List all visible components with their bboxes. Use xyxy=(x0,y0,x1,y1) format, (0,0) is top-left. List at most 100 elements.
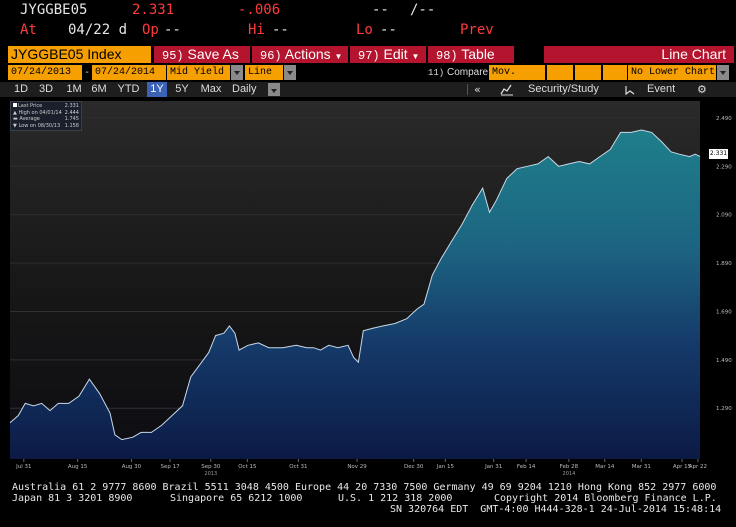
chart-legend: Last Price 2.331 ▲ High on 04/01/14 2.44… xyxy=(10,101,82,131)
footer-singapore: Singapore 65 6212 1000 xyxy=(170,493,303,504)
x-tick-label-10: Jan 31 xyxy=(484,464,502,470)
quote-ticker: JYGGBE05 xyxy=(20,2,88,18)
quote-op-value: -- xyxy=(164,22,181,38)
quote-hi-label: Hi xyxy=(248,22,265,38)
mov-avgs-slot-2[interactable] xyxy=(575,65,601,80)
y-tick-label-2: 2.090 xyxy=(716,213,732,219)
y-tick-label-4: 1.690 xyxy=(716,309,732,315)
frequency-label: Daily xyxy=(232,83,257,95)
period-ytd[interactable]: YTD xyxy=(115,82,142,97)
period-1d[interactable]: 1D xyxy=(12,82,30,97)
period-1m[interactable]: 1M xyxy=(63,82,85,97)
footer-copyright: Copyright 2014 Bloomberg Finance L.P. xyxy=(494,493,717,504)
legend-last-price-text: Last Price xyxy=(18,103,43,109)
x-tick-label-12: Feb 28 xyxy=(560,464,579,470)
mov-avgs-slot-3[interactable] xyxy=(603,65,627,80)
security-input[interactable]: JYGGBE05 Index xyxy=(8,46,151,63)
compare-label: Compare xyxy=(446,67,489,78)
edit-dropdown-icon: ▼ xyxy=(411,52,420,61)
x-tick-label-7: Nov 29 xyxy=(347,464,367,470)
table-label: Table xyxy=(461,46,495,62)
footer-session-info: SN 320764 EDT GMT-4:00 H444-328-1 24-Jul… xyxy=(390,504,722,515)
frequency-select[interactable]: Daily xyxy=(228,82,268,97)
footer-contacts-line1: Australia 61 2 9777 8600 Brazil 5511 304… xyxy=(12,482,717,493)
y-tick-label-1: 2.290 xyxy=(716,164,732,170)
frequency-dropdown-icon[interactable] xyxy=(268,83,280,96)
compare-button[interactable]: 11) Compare xyxy=(428,65,488,80)
end-date-field[interactable]: 07/24/2014 xyxy=(92,65,166,80)
save-as-num: 95) xyxy=(162,49,184,63)
legend-low-value: 1.158 xyxy=(64,122,79,129)
chart-style-dropdown-icon[interactable] xyxy=(284,65,296,80)
lower-chart-select[interactable]: No Lower Chart xyxy=(628,65,716,80)
date-separator: - xyxy=(83,65,91,80)
actions-button[interactable]: 96) Actions ▼ xyxy=(252,46,348,63)
security-study-button[interactable]: Security/Study xyxy=(528,82,599,97)
quote-at-label: At xyxy=(20,22,37,38)
chart-svg: 2.490 2.290 2.090 1.890 1.690 1.490 1.290 Jul 3… xyxy=(9,101,732,477)
command-bar: JYGGBE05 Index 95) Save As 96) Actions ▼… xyxy=(8,46,734,63)
y-tick-label-6: 1.290 xyxy=(716,406,732,412)
last-value-tag: 2.331 xyxy=(709,149,728,159)
edit-button[interactable]: 97) Edit ▼ xyxy=(350,46,426,63)
x-tick-label-11: Feb 14 xyxy=(517,464,536,470)
actions-label: Actions xyxy=(284,46,331,62)
quote-lo-label: Lo xyxy=(356,22,373,38)
period-bar: 1D 3D 1M 6M YTD 1Y 5Y Max Daily « Securi… xyxy=(0,82,736,97)
y-tick-label-3: 1.890 xyxy=(716,261,732,267)
collapse-icon[interactable]: « xyxy=(474,82,486,97)
compare-num: 11) xyxy=(428,68,445,78)
quote-last-price: 2.331 xyxy=(132,2,175,18)
period-6m[interactable]: 6M xyxy=(88,82,110,97)
x-tick-label-2: Aug 30 xyxy=(122,464,142,470)
line-chart[interactable]: 2.490 2.290 2.090 1.890 1.690 1.490 1.290 Jul 3… xyxy=(0,97,736,477)
gear-icon[interactable]: ⚙ xyxy=(697,82,709,97)
quote-prev-label: Prev xyxy=(460,22,494,38)
legend-low-text: Low on 08/30/13 xyxy=(18,122,61,129)
legend-high-text: High on 04/01/14 xyxy=(18,109,62,116)
period-5y[interactable]: 5Y xyxy=(172,82,192,97)
edit-label: Edit xyxy=(383,46,408,62)
actions-num: 96) xyxy=(260,49,282,63)
quote-dashes: -- xyxy=(372,2,389,18)
quote-change: -.006 xyxy=(238,2,281,18)
period-1y[interactable]: 1Y xyxy=(147,82,167,97)
legend-low-label: ▼ Low on 08/30/13 xyxy=(13,122,61,129)
x-tick-label-8: Dec 30 xyxy=(404,464,424,470)
y-tick-label-5: 1.490 xyxy=(716,358,732,364)
quote-hi-value: -- xyxy=(272,22,289,38)
mov-avgs-field[interactable]: Mov. Avgs xyxy=(489,65,545,93)
event-icon[interactable] xyxy=(624,82,636,97)
x-tick-label-1: Aug 15 xyxy=(68,464,88,470)
chart-style-select[interactable]: Line xyxy=(245,65,283,80)
footer-us: U.S. 1 212 318 2000 xyxy=(338,493,453,504)
x-tick-label-5: Oct 15 xyxy=(238,464,257,470)
chart-name[interactable]: Line Chart xyxy=(544,46,734,63)
quote-at-time: 04/22 d xyxy=(68,22,128,38)
mov-avgs-slot-1[interactable] xyxy=(547,65,573,80)
save-as-button[interactable]: 95) Save As xyxy=(154,46,250,63)
event-button[interactable]: Event xyxy=(647,82,675,97)
field-select[interactable]: Mid Yield xyxy=(167,65,230,80)
period-max[interactable]: Max xyxy=(197,82,225,97)
lower-chart-dropdown-icon[interactable] xyxy=(717,65,729,80)
x-tick-label-6: Oct 31 xyxy=(289,464,307,470)
toolbar-divider xyxy=(467,84,468,95)
x-tick-label-16: Apr 22 xyxy=(689,464,707,470)
legend-average-text: Average xyxy=(19,116,40,122)
period-3d[interactable]: 3D xyxy=(36,82,56,97)
x-year-label-1: 2014 xyxy=(563,471,576,477)
table-button[interactable]: 98) Table xyxy=(428,46,514,63)
save-as-label: Save As xyxy=(187,46,239,62)
field-dropdown-icon[interactable] xyxy=(231,65,243,80)
quote-dashes-slash: /-- xyxy=(410,2,436,18)
x-year-label-0: 2013 xyxy=(204,471,217,477)
quote-lo-value: -- xyxy=(380,22,397,38)
x-tick-label-3: Sep 17 xyxy=(161,464,181,470)
start-date-field[interactable]: 07/24/2013 xyxy=(8,65,82,80)
quote-op-label: Op xyxy=(142,22,159,38)
legend-last-price-swatch xyxy=(13,103,17,107)
x-tick-label-13: Mar 14 xyxy=(595,464,615,470)
chart-study-icon[interactable] xyxy=(500,82,514,97)
footer-japan: Japan 81 3 3201 8900 xyxy=(12,493,133,504)
